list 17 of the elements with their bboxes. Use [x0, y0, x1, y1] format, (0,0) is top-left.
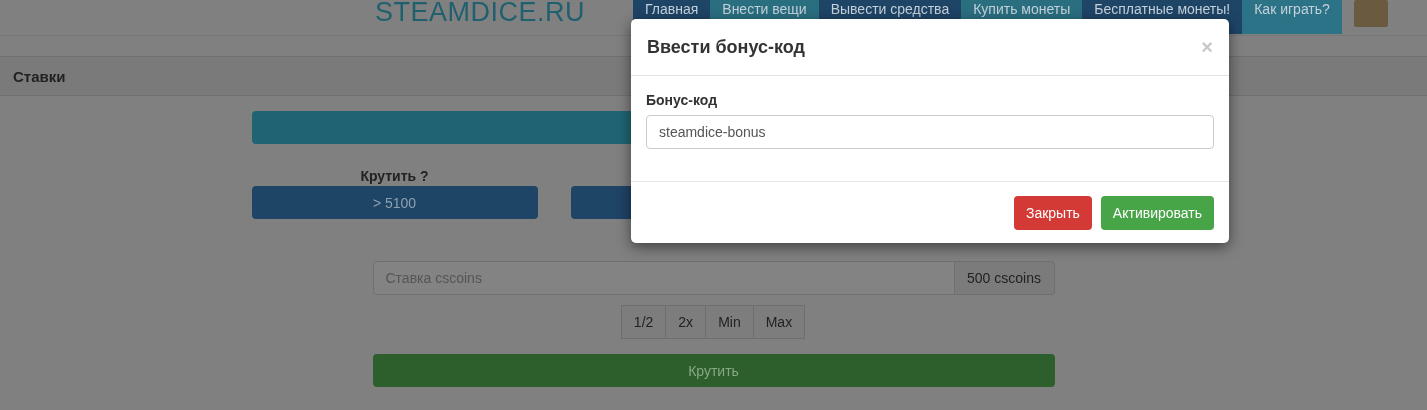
panel-title: Ставки: [13, 67, 66, 85]
coin-addon: 500 cscoins: [954, 261, 1055, 295]
spin-button[interactable]: Крутить: [372, 354, 1055, 387]
activate-button[interactable]: Активировать: [1100, 195, 1214, 230]
avatar-icon[interactable]: [1353, 0, 1388, 27]
site-logo: STEAMDICE.RU: [375, 0, 587, 24]
multiplier-button[interactable]: Min: [705, 305, 754, 339]
nav-link[interactable]: Как играть?: [1242, 0, 1342, 34]
modal-title: Ввести бонус-код: [647, 36, 805, 58]
multiplier-button[interactable]: Max: [752, 305, 806, 339]
multiplier-button[interactable]: 2x: [665, 305, 707, 339]
multiplier-button[interactable]: 1/2: [620, 305, 667, 339]
close-button[interactable]: Закрыть: [1013, 195, 1092, 230]
field-label: Бонус-код: [646, 92, 719, 108]
bonus-code-field[interactable]: steamdice-bonus: [646, 115, 1214, 149]
spin-label: Крутить ?: [359, 168, 430, 186]
roll-button[interactable]: > 5100: [251, 186, 538, 219]
